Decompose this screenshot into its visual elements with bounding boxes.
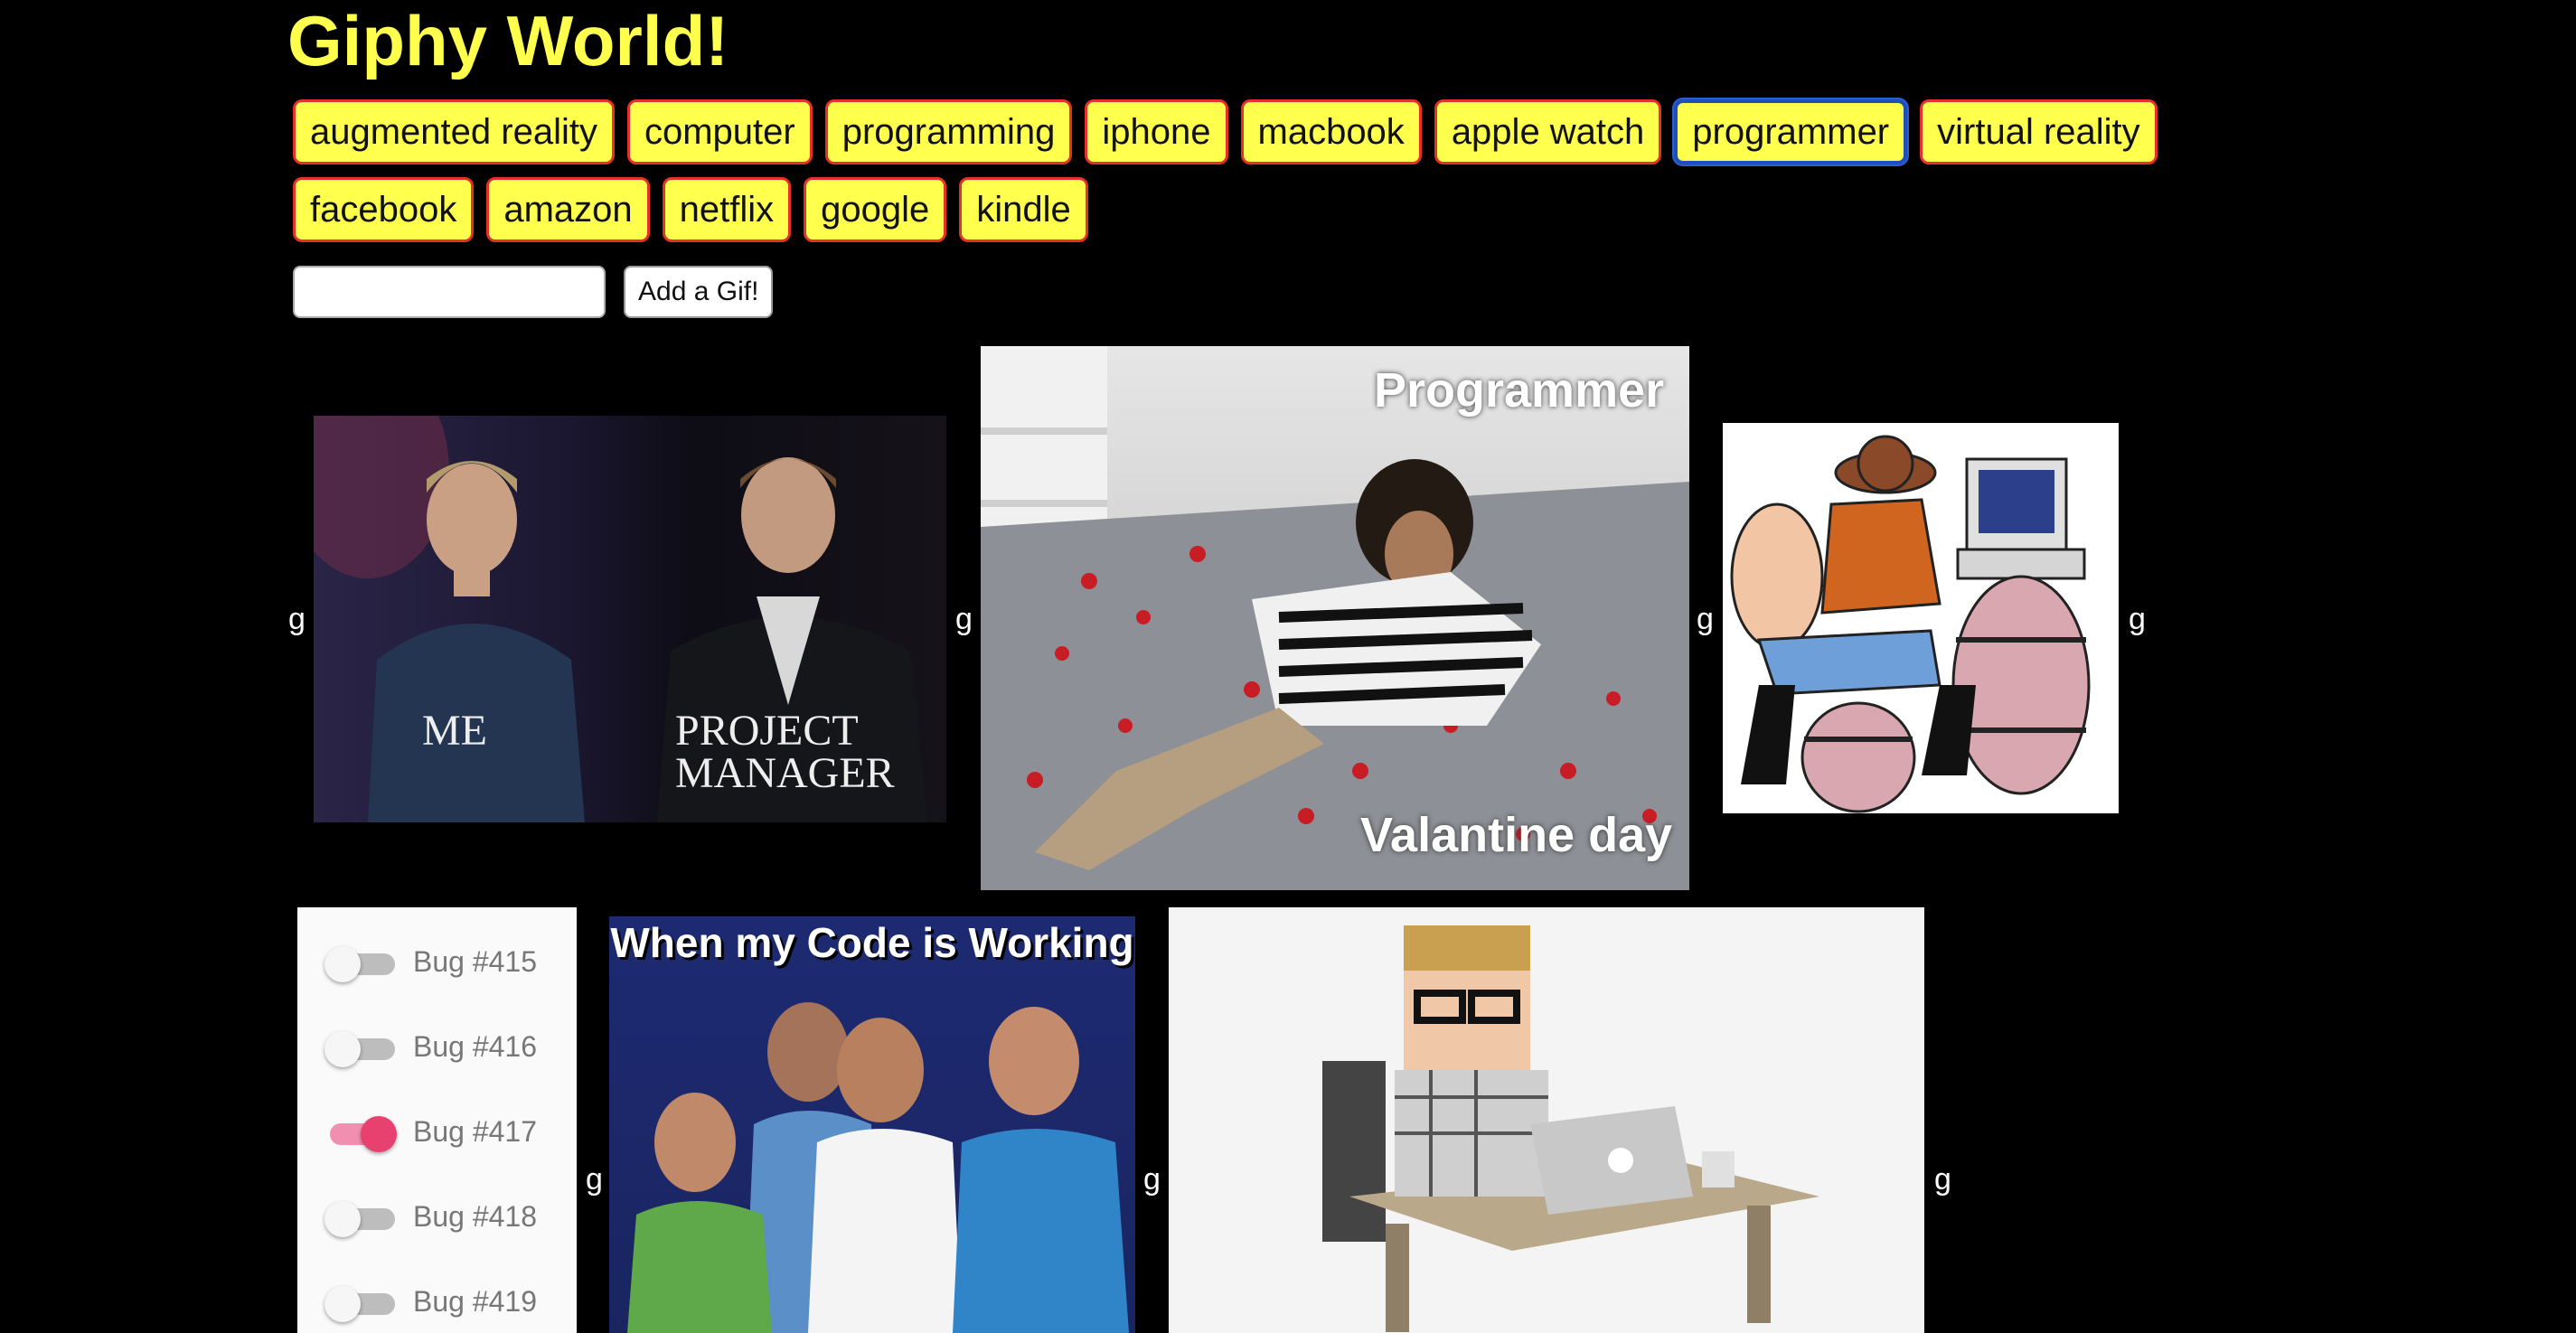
topic-button-programmer[interactable]: programmer [1674,99,1908,164]
bug-label: Bug #417 [413,1115,538,1148]
gif-caption: Programmer [1374,363,1665,418]
toggle-switch [324,1200,395,1237]
topic-buttons-row-1: augmented reality computer programming i… [293,99,2158,164]
toggle-switch [324,1030,395,1067]
topic-button-programming[interactable]: programming [824,99,1073,164]
add-gif-button[interactable]: Add a Gif! [624,266,774,318]
topic-button-kindle[interactable]: kindle [959,177,1088,242]
page-title: Giphy World! [287,1,729,80]
gif-rating: g [2129,602,2146,636]
gif-caption: ME [422,707,487,755]
gif-rating: g [955,602,973,636]
bug-toggle-row: Bug #415 [324,945,538,982]
topic-button-netflix[interactable]: netflix [662,177,792,242]
gif-rating: g [288,602,306,636]
bug-toggle-row: Bug #419 [324,1285,538,1322]
topic-button-google[interactable]: google [804,177,947,242]
page: Giphy World! augmented reality computer … [0,0,2576,1333]
topic-button-computer[interactable]: computer [626,99,813,164]
bug-label: Bug #415 [413,945,538,978]
bug-label: Bug #418 [413,1200,538,1233]
bug-toggle-row: Bug #418 [324,1200,538,1237]
gif-cowboy-programmer[interactable] [1723,423,2119,813]
bug-label: Bug #416 [413,1030,538,1063]
topic-button-iphone[interactable]: iphone [1085,99,1228,164]
topic-button-augmented-reality[interactable]: augmented reality [293,99,615,164]
gif-caption: Valantine day [1360,808,1673,862]
toggle-switch [324,1285,395,1322]
topic-buttons-row-2: facebook amazon netflix google kindle [293,177,1088,242]
add-gif-form: Add a Gif! [293,266,774,318]
gif-voxel-programmer[interactable] [1169,907,1924,1333]
gif-image [1730,435,2091,813]
topic-button-macbook[interactable]: macbook [1240,99,1422,164]
gif-rating: g [586,1162,603,1197]
topic-input[interactable] [293,266,606,318]
gif-bug-toggles[interactable]: Bug #415 Bug #416 Bug #417 Bug #418 Bug … [297,907,577,1333]
bug-toggle-row: Bug #416 [324,1030,538,1067]
gif-rating: g [1934,1162,1951,1197]
gif-rating: g [1143,1162,1161,1197]
gif-programmer-valantine[interactable]: Programmer Valantine day [981,346,1689,890]
toggle-switch [324,1115,397,1152]
gif-caption: MANAGER [675,749,895,797]
bug-toggle-row: Bug #417 [324,1115,538,1152]
gif-me-project-manager[interactable]: ME PROJECT MANAGER [314,416,946,822]
bug-label: Bug #419 [413,1285,538,1318]
gif-rating: g [1697,602,1714,636]
topic-button-virtual-reality[interactable]: virtual reality [1920,99,2158,164]
topic-button-apple-watch[interactable]: apple watch [1434,99,1662,164]
toggle-switch [324,945,395,982]
topic-button-amazon[interactable]: amazon [486,177,650,242]
gif-caption: When my Code is Working [610,919,1134,966]
topic-button-facebook[interactable]: facebook [293,177,475,242]
gif-caption: PROJECT [675,707,859,755]
gif-code-working[interactable]: When my Code is Working [609,916,1135,1333]
gif-image [627,1002,1129,1333]
gif-image [1322,925,1819,1332]
